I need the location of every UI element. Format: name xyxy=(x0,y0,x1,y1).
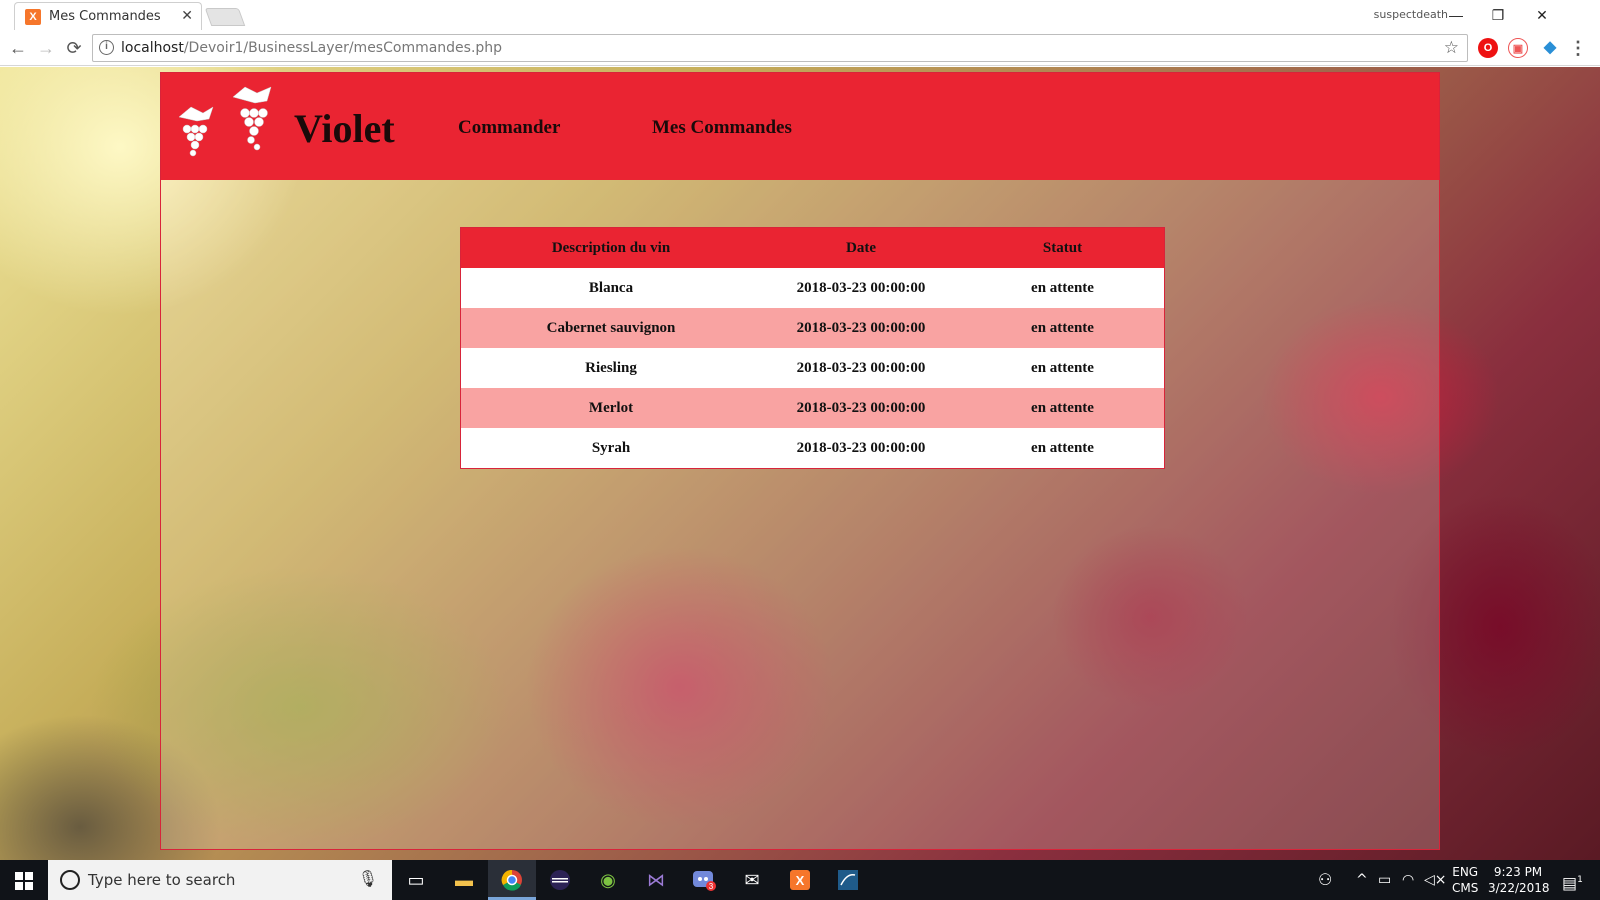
reload-button[interactable]: ⟳ xyxy=(62,36,86,60)
notification-count: 1 xyxy=(1577,875,1583,885)
forward-button[interactable]: → xyxy=(34,36,58,60)
url-host: localhost xyxy=(121,40,184,56)
url-text[interactable]: localhost/Devoir1/BusinessLayer/mesComma… xyxy=(121,40,502,56)
site-brand[interactable]: Violet xyxy=(294,105,395,152)
cell-date: 2018-03-23 00:00:00 xyxy=(761,268,961,308)
header-date: Date xyxy=(761,228,961,268)
xampp-icon[interactable]: X xyxy=(776,860,824,900)
language-top: ENG xyxy=(1452,865,1479,879)
nav-mes-commandes[interactable]: Mes Commandes xyxy=(652,117,792,139)
table-row: Cabernet sauvignon 2018-03-23 00:00:00 e… xyxy=(461,308,1164,348)
browser-tab[interactable]: X Mes Commandes ✕ xyxy=(14,2,202,30)
chrome-icon[interactable] xyxy=(488,860,536,900)
browser-tab-bar: X Mes Commandes ✕ suspectdeath — ❐ ✕ xyxy=(0,0,1600,30)
discord-badge: 3 xyxy=(709,882,714,891)
discord-icon[interactable]: 3 xyxy=(680,860,728,900)
cell-date: 2018-03-23 00:00:00 xyxy=(761,388,961,428)
visual-studio-icon[interactable]: ⋈ xyxy=(632,860,680,900)
minimize-button[interactable]: — xyxy=(1436,2,1476,28)
close-window-button[interactable]: ✕ xyxy=(1522,2,1562,28)
show-hidden-icons-icon[interactable]: ^ xyxy=(1356,860,1368,900)
grape-logo-icon xyxy=(173,103,219,172)
windows-logo-icon xyxy=(15,872,23,880)
table-header-row: Description du vin Date Statut xyxy=(461,228,1164,268)
volume-icon[interactable]: ◁× xyxy=(1424,860,1447,900)
orders-table: Description du vin Date Statut Blanca 20… xyxy=(461,228,1164,468)
cell-status: en attente xyxy=(961,388,1164,428)
cell-date: 2018-03-23 00:00:00 xyxy=(761,308,961,348)
task-view-icon[interactable]: ▭ xyxy=(392,860,440,900)
restore-button[interactable]: ❐ xyxy=(1478,2,1518,28)
cell-wine: Syrah xyxy=(461,428,761,468)
tab-title: Mes Commandes xyxy=(49,9,161,24)
file-explorer-icon[interactable]: ▬ xyxy=(440,860,488,900)
language-bottom: CMS xyxy=(1452,881,1479,895)
opera-extension-icon[interactable]: O xyxy=(1478,38,1498,58)
mail-icon[interactable]: ✉ xyxy=(728,860,776,900)
new-tab-button[interactable] xyxy=(204,8,246,26)
table-row: Syrah 2018-03-23 00:00:00 en attente xyxy=(461,428,1164,468)
page-container: Violet Commander Mes Commandes Descripti… xyxy=(160,72,1440,850)
vpn-extension-icon[interactable]: ◆ xyxy=(1540,38,1560,58)
url-path: /Devoir1/BusinessLayer/mesCommandes.php xyxy=(183,40,503,56)
nav-commander[interactable]: Commander xyxy=(458,117,560,139)
tab-close-icon[interactable]: ✕ xyxy=(181,7,193,24)
cell-wine: Blanca xyxy=(461,268,761,308)
eclipse-icon[interactable] xyxy=(536,860,584,900)
bookmark-star-icon[interactable]: ☆ xyxy=(1444,38,1459,58)
address-bar[interactable]: i localhost/Devoir1/BusinessLayer/mesCom… xyxy=(92,34,1468,62)
windows-taskbar: Type here to search 🎙 ▭ ▬ ◉ ⋈ 3 ✉ X ⚇ ^ … xyxy=(0,860,1600,900)
people-icon[interactable]: ⚇ xyxy=(1318,860,1332,900)
language-indicator[interactable]: ENG CMS xyxy=(1452,864,1478,900)
cell-status: en attente xyxy=(961,428,1164,468)
mysql-workbench-icon[interactable] xyxy=(824,860,872,900)
svg-text:X: X xyxy=(796,873,805,888)
clock-time: 9:23 PM xyxy=(1493,865,1543,879)
site-header: Violet Commander Mes Commandes xyxy=(161,73,1439,180)
cell-date: 2018-03-23 00:00:00 xyxy=(761,428,961,468)
cell-status: en attente xyxy=(961,348,1164,388)
cell-status: en attente xyxy=(961,308,1164,348)
back-button[interactable]: ← xyxy=(6,36,30,60)
wifi-icon[interactable]: ◠ xyxy=(1402,860,1414,900)
android-studio-icon[interactable]: ◉ xyxy=(584,860,632,900)
start-button[interactable] xyxy=(0,860,48,900)
cell-wine: Cabernet sauvignon xyxy=(461,308,761,348)
cell-wine: Riesling xyxy=(461,348,761,388)
taskbar-search[interactable]: Type here to search 🎙 xyxy=(48,860,392,900)
clock-date: 3/22/2018 xyxy=(1488,881,1550,895)
cortana-icon xyxy=(60,870,80,890)
microphone-icon[interactable]: 🎙 xyxy=(358,869,378,889)
notification-center-icon[interactable]: ▤1 xyxy=(1562,860,1583,900)
battery-icon[interactable]: ▭ xyxy=(1378,860,1391,900)
chrome-menu-icon[interactable]: ⋮ xyxy=(1568,38,1588,58)
browser-toolbar: ← → ⟳ i localhost/Devoir1/BusinessLayer/… xyxy=(0,30,1600,66)
table-row: Riesling 2018-03-23 00:00:00 en attente xyxy=(461,348,1164,388)
grape-logo-icon xyxy=(229,85,279,166)
cell-date: 2018-03-23 00:00:00 xyxy=(761,348,961,388)
table-row: Blanca 2018-03-23 00:00:00 en attente xyxy=(461,268,1164,308)
xampp-favicon-icon: X xyxy=(25,9,41,25)
table-row: Merlot 2018-03-23 00:00:00 en attente xyxy=(461,388,1164,428)
cell-status: en attente xyxy=(961,268,1164,308)
site-info-icon[interactable]: i xyxy=(99,40,114,55)
clock[interactable]: 9:23 PM 3/22/2018 xyxy=(1488,864,1550,900)
screen-capture-extension-icon[interactable]: ▣ xyxy=(1508,38,1528,58)
cell-wine: Merlot xyxy=(461,388,761,428)
page-viewport: Violet Commander Mes Commandes Descripti… xyxy=(0,67,1600,860)
search-placeholder: Type here to search xyxy=(88,871,236,889)
header-description: Description du vin xyxy=(461,228,761,268)
header-status: Statut xyxy=(961,228,1164,268)
